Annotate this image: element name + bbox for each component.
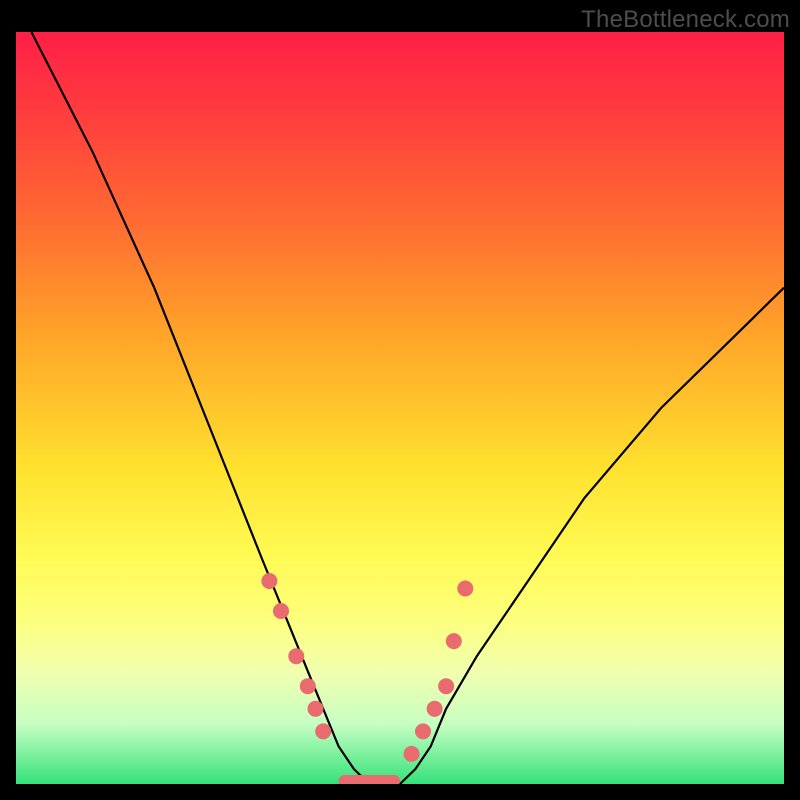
left-marker-2	[288, 648, 304, 664]
curve-svg	[16, 32, 784, 784]
flat-bottom-bar	[339, 775, 400, 784]
left-marker-5	[315, 723, 331, 739]
right-marker-5	[457, 581, 473, 597]
right-marker-group	[404, 581, 474, 762]
left-marker-group	[261, 573, 331, 739]
left-marker-4	[308, 701, 324, 717]
right-marker-1	[415, 723, 431, 739]
plot-area	[16, 32, 784, 784]
bottom-flat-segment	[339, 775, 400, 784]
right-marker-0	[404, 746, 420, 762]
left-marker-3	[300, 678, 316, 694]
watermark-text: TheBottleneck.com	[581, 6, 790, 34]
bottleneck-curve	[31, 32, 784, 784]
right-marker-4	[446, 633, 462, 649]
right-marker-3	[438, 678, 454, 694]
chart-frame: TheBottleneck.com	[0, 0, 800, 800]
left-marker-1	[273, 603, 289, 619]
left-marker-0	[261, 573, 277, 589]
right-marker-2	[427, 701, 443, 717]
